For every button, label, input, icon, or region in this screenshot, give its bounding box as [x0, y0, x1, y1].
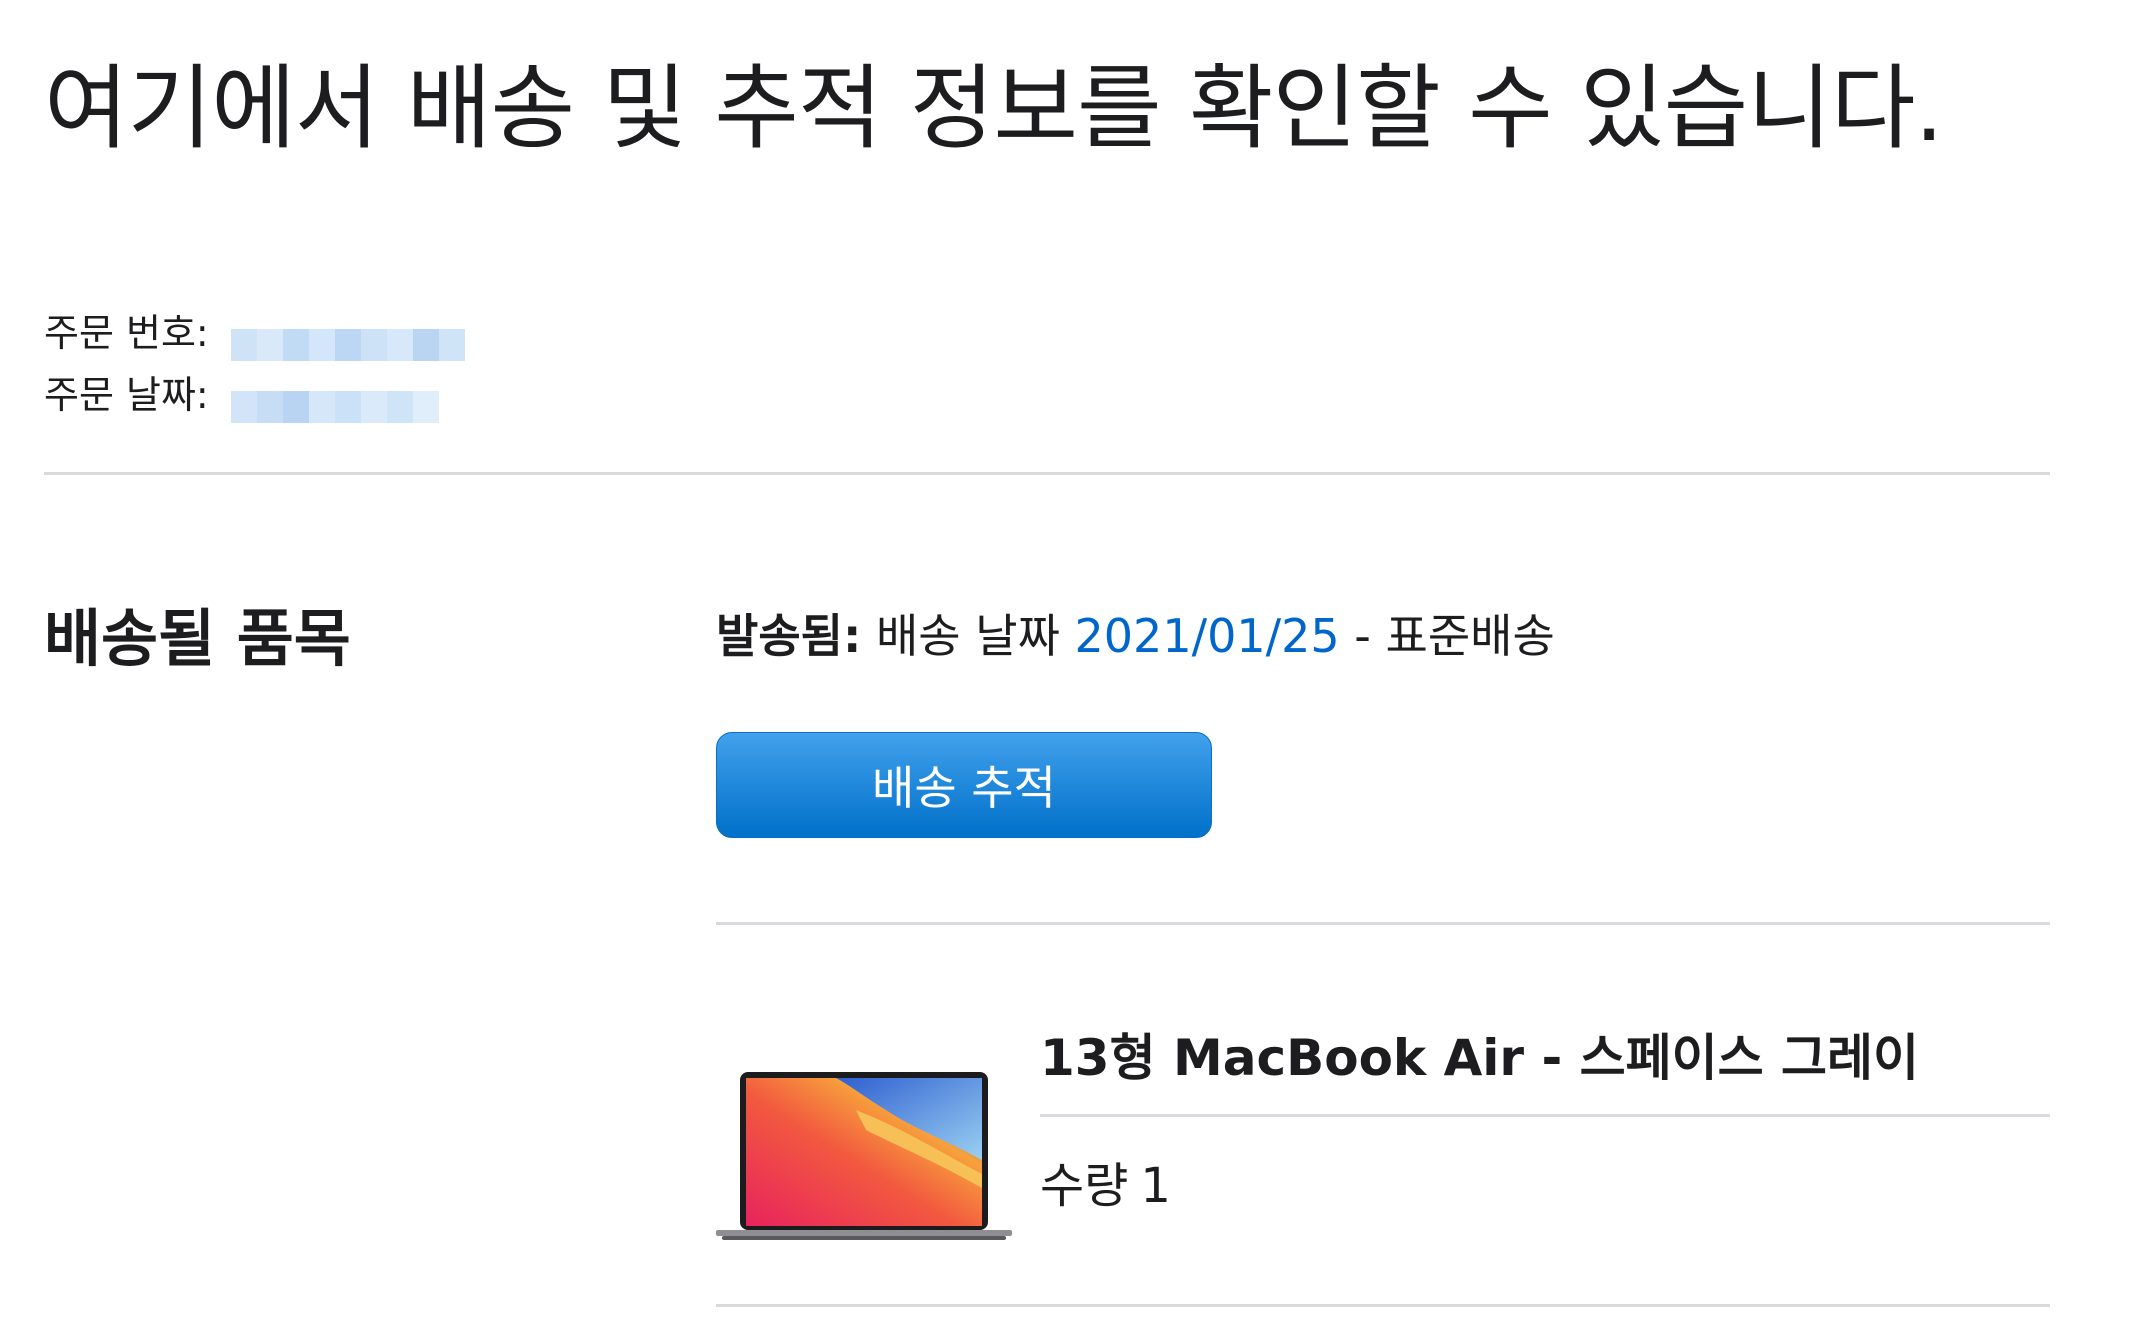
order-number-row: 주문 번호:: [44, 302, 465, 364]
divider-middle: [716, 922, 2050, 925]
shipping-date-prefix: 배송 날짜: [861, 609, 1075, 663]
divider-bottom: [716, 1304, 2050, 1307]
shipping-method: - 표준배송: [1339, 609, 1555, 663]
shipping-status-label: 발송됨:: [716, 609, 862, 663]
page-title: 여기에서 배송 및 추적 정보를 확인할 수 있습니다.: [44, 55, 1944, 162]
order-info: 주문 번호: 주문 날짜:: [44, 302, 465, 426]
order-date-redacted: [230, 379, 439, 423]
order-date-row: 주문 날짜:: [44, 364, 465, 426]
section-title-items: 배송될 품목: [44, 602, 351, 675]
divider-top: [44, 472, 2050, 475]
order-number-redacted: [230, 317, 465, 361]
quantity-label: 수량: [1040, 1158, 1129, 1214]
track-shipment-button[interactable]: 배송 추적: [716, 732, 1212, 838]
quantity-value: 1: [1140, 1158, 1171, 1214]
order-date-label: 주문 날짜:: [44, 373, 209, 417]
product-name: 13형 MacBook Air - 스페이스 그레이: [1040, 1029, 1920, 1087]
divider-product: [1040, 1114, 2050, 1117]
ship-date-link[interactable]: 2021/01/25: [1075, 609, 1340, 663]
quantity: 수량 1: [1040, 1146, 1171, 1216]
shipping-status: 발송됨: 배송 날짜 2021/01/25 - 표준배송: [716, 600, 1555, 666]
macbook-air-image: [716, 1072, 1012, 1240]
order-number-label: 주문 번호:: [44, 311, 209, 355]
